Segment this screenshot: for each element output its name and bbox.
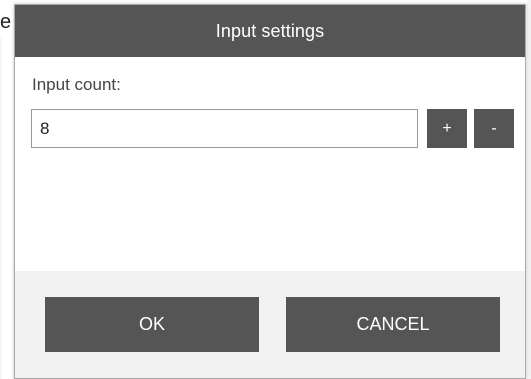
input-settings-dialog: Input settings Input count: + - OK CANCE… <box>14 4 526 379</box>
input-count-label: Input count: <box>32 75 121 94</box>
ok-button[interactable]: OK <box>45 297 259 352</box>
screen: e Input settings Input count: + - OK CAN… <box>0 0 531 379</box>
dialog-content: Input count: + - <box>15 57 525 271</box>
input-count-field[interactable] <box>31 109 418 148</box>
increment-button[interactable]: + <box>427 109 467 148</box>
background-text-fragment: e <box>0 11 12 33</box>
cancel-button[interactable]: CANCEL <box>286 297 500 352</box>
background-edge-left <box>0 38 2 379</box>
dialog-footer: OK CANCEL <box>15 271 525 378</box>
dialog-title: Input settings <box>215 20 325 41</box>
background-edge-right <box>527 0 531 379</box>
decrement-button[interactable]: - <box>474 109 514 148</box>
dialog-titlebar[interactable]: Input settings <box>15 5 525 57</box>
